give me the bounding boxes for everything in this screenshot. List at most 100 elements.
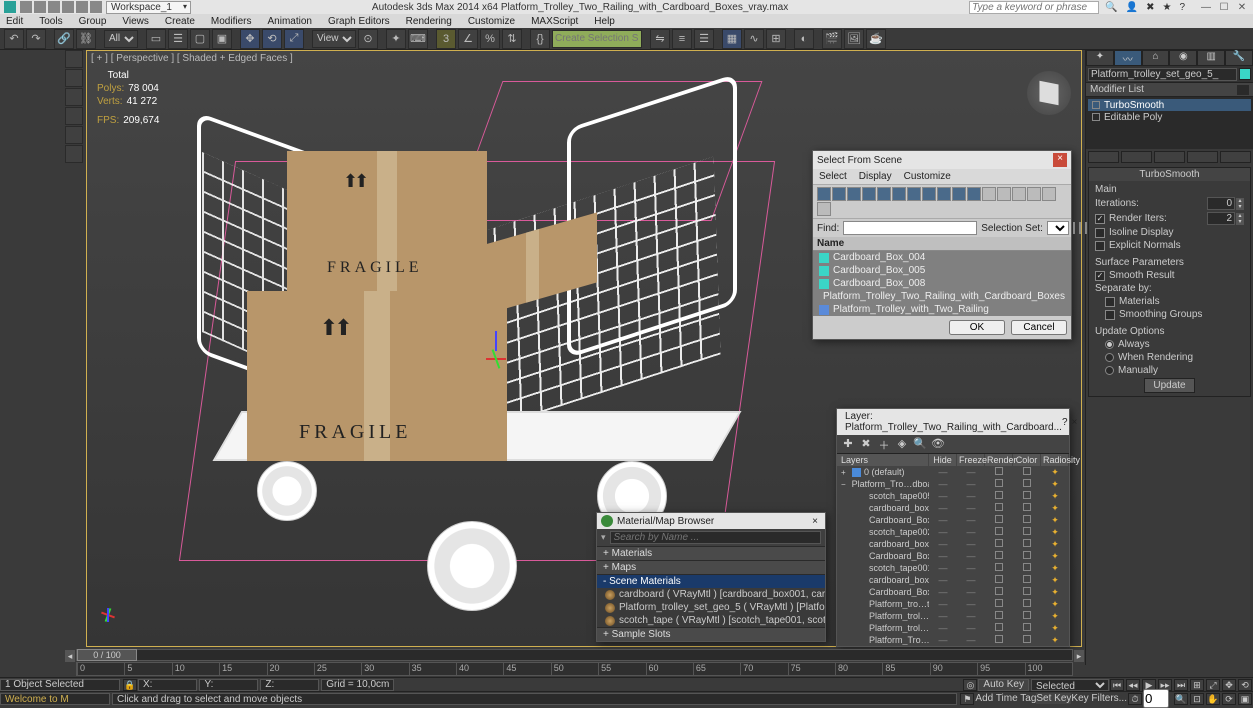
color-swatch[interactable]	[1013, 539, 1041, 549]
filter-icon[interactable]	[937, 187, 951, 201]
add-time-tag-button[interactable]: Add Time Tag	[975, 693, 1036, 704]
tab-icon[interactable]	[65, 88, 83, 106]
smoothing-groups-checkbox[interactable]	[1105, 310, 1115, 320]
update-always-radio[interactable]	[1105, 340, 1114, 349]
time-config-button[interactable]: ⏱	[1128, 693, 1142, 705]
color-swatch[interactable]	[1013, 635, 1041, 645]
filter-icon[interactable]	[877, 187, 891, 201]
radiosity-icon[interactable]: ✦	[1041, 479, 1069, 490]
radiosity-icon[interactable]: ✦	[1041, 515, 1069, 526]
color-swatch[interactable]	[1013, 563, 1041, 573]
time-ruler[interactable]: 0510152025303540455055606570758085909510…	[76, 662, 1073, 676]
lock-selection-button[interactable]: 🔒	[123, 679, 137, 691]
cancel-button[interactable]: Cancel	[1011, 320, 1067, 335]
percent-snap-button[interactable]: %	[480, 29, 500, 49]
col-layers[interactable]: Layers	[837, 454, 929, 466]
col-render[interactable]: Render	[985, 454, 1013, 466]
goto-end-button[interactable]: ⏭	[1174, 679, 1188, 691]
redo-button[interactable]: ↷	[26, 29, 46, 49]
curve-editor-button[interactable]: ∿	[744, 29, 764, 49]
list-item[interactable]: Platform_Trolley_Two_Railing_with_Cardbo…	[823, 291, 1065, 302]
filter-icon[interactable]	[967, 187, 981, 201]
render-checkbox[interactable]	[985, 563, 1013, 573]
filter-icon[interactable]	[892, 187, 906, 201]
qat-icon[interactable]	[90, 1, 102, 13]
filter-icon[interactable]	[997, 187, 1011, 201]
layers-button[interactable]: ☰	[694, 29, 714, 49]
filter-icon[interactable]	[847, 187, 861, 201]
goto-start-button[interactable]: ⏮	[1110, 679, 1124, 691]
keyfilters-button[interactable]: Key Filters...	[1071, 693, 1127, 704]
help-icon[interactable]: ?	[1179, 2, 1185, 13]
filter-icon[interactable]	[832, 187, 846, 201]
update-manually-radio[interactable]	[1105, 366, 1114, 375]
layer-row[interactable]: scotch_tape001——✦	[837, 562, 1069, 574]
link-button[interactable]: 🔗	[54, 29, 74, 49]
radiosity-icon[interactable]: ✦	[1041, 623, 1069, 634]
menu-item[interactable]: Views	[122, 16, 149, 27]
list-item[interactable]: Cardboard_Box_004	[833, 252, 925, 263]
layer-row[interactable]: Platform_tro…t_ge——✦	[837, 598, 1069, 610]
render-iters-input[interactable]	[1207, 212, 1235, 225]
col-radiosity[interactable]: Radiosity	[1041, 454, 1069, 466]
object-name-input[interactable]	[1088, 68, 1237, 81]
sfs-menu-item[interactable]: Customize	[904, 171, 951, 182]
layer-row[interactable]: Cardboard_Box_00——✦	[837, 514, 1069, 526]
select-highlight-icon[interactable]: ◈	[895, 437, 909, 451]
modifier-item[interactable]: Editable Poly	[1104, 112, 1162, 123]
pan-view-button[interactable]: ✋	[1206, 693, 1220, 705]
delete-layer-icon[interactable]: ✖	[859, 437, 873, 451]
section-scene-materials[interactable]: - Scene Materials	[597, 574, 825, 588]
maximize-button[interactable]: ☐	[1217, 1, 1231, 13]
render-checkbox[interactable]	[985, 611, 1013, 621]
layer-row[interactable]: +0 (default)——✦	[837, 466, 1069, 478]
spinner-snap-button[interactable]: ⇅	[502, 29, 522, 49]
material-item[interactable]: cardboard ( VRayMtl ) [cardboard_box001,…	[619, 589, 825, 600]
tab-icon[interactable]	[65, 50, 83, 68]
show-end-result-button[interactable]	[1121, 151, 1152, 163]
qat-icon[interactable]	[48, 1, 60, 13]
comm-center-icon[interactable]: ⚑	[960, 693, 974, 705]
render-checkbox[interactable]	[985, 527, 1013, 537]
layer-row[interactable]: cardboard_box005——✦	[837, 502, 1069, 514]
prev-frame-button[interactable]: ◂	[65, 650, 75, 662]
color-swatch[interactable]	[1013, 551, 1041, 561]
filter-icon[interactable]	[982, 187, 996, 201]
smooth-result-checkbox[interactable]	[1095, 271, 1105, 281]
time-slider[interactable]: ◂ 0 / 100 ▸	[76, 649, 1073, 661]
new-layer-icon[interactable]: ✚	[841, 437, 855, 451]
unlink-button[interactable]: ⛓	[76, 29, 96, 49]
filter-icon[interactable]	[817, 187, 831, 201]
help-icon[interactable]: ?	[1062, 417, 1068, 428]
help-search-input[interactable]	[969, 1, 1099, 14]
tab-icon[interactable]	[65, 69, 83, 87]
layer-row[interactable]: Platform_Tro…h_T\——✦	[837, 634, 1069, 646]
menu-item[interactable]: Help	[594, 16, 615, 27]
render-checkbox[interactable]	[985, 491, 1013, 501]
angle-snap-button[interactable]: ∠	[458, 29, 478, 49]
radiosity-icon[interactable]: ✦	[1041, 491, 1069, 502]
named-sel-set-button[interactable]: {}	[530, 29, 550, 49]
render-checkbox[interactable]	[985, 467, 1013, 477]
render-iters-checkbox[interactable]	[1095, 214, 1105, 224]
radiosity-icon[interactable]: ✦	[1041, 575, 1069, 586]
max-toggle-button[interactable]: ▣	[1238, 693, 1252, 705]
filter-icon[interactable]	[1012, 187, 1026, 201]
modifier-list-dropdown[interactable]	[1237, 85, 1249, 95]
autokey-button[interactable]: Auto Key	[978, 679, 1029, 691]
radiosity-icon[interactable]: ✦	[1041, 599, 1069, 610]
workspace-dropdown[interactable]: Workspace_1	[106, 1, 191, 14]
menu-item[interactable]: Rendering	[406, 16, 452, 27]
nav-icon[interactable]: ⟲	[1238, 679, 1252, 691]
move-button[interactable]: ✥	[240, 29, 260, 49]
ok-button[interactable]: OK	[949, 320, 1005, 335]
zoom-all-button[interactable]: ⊡	[1190, 693, 1204, 705]
qat-icon[interactable]	[62, 1, 74, 13]
search-options-icon[interactable]: ▾	[601, 532, 606, 543]
col-color[interactable]: Color	[1013, 454, 1041, 466]
materials-checkbox[interactable]	[1105, 297, 1115, 307]
color-swatch[interactable]	[1013, 611, 1041, 621]
select-by-name-button[interactable]: ☰	[168, 29, 188, 49]
select-manipulate-button[interactable]: ✦	[386, 29, 406, 49]
layer-row[interactable]: Cardboard_Box_00——✦	[837, 550, 1069, 562]
